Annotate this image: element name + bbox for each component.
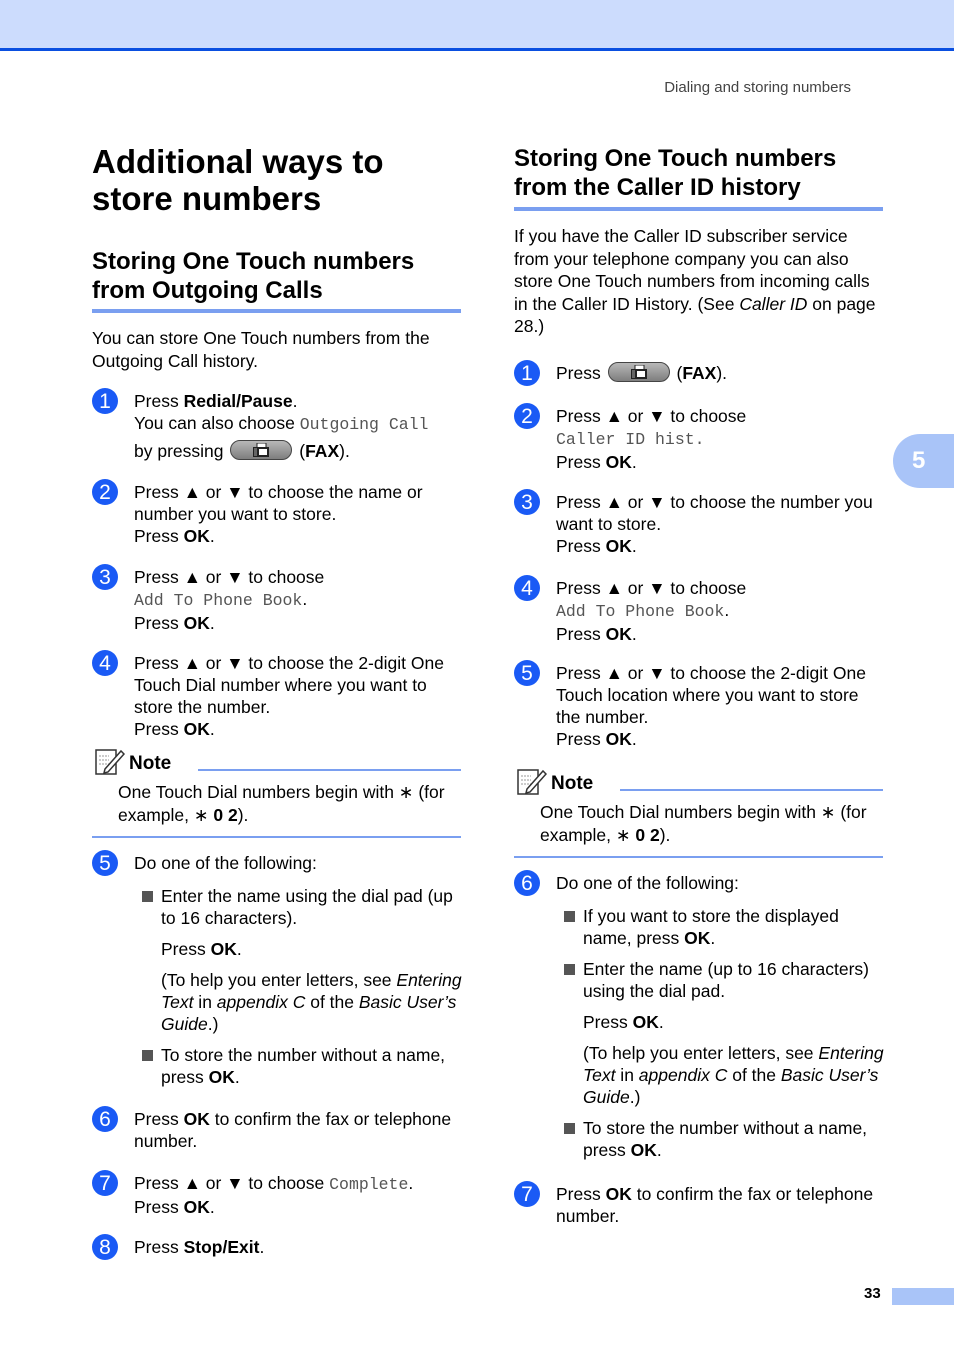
lcd-option: Caller ID hist. <box>556 430 705 449</box>
chapter-tab[interactable]: 5 <box>893 434 954 488</box>
header-band <box>0 0 954 51</box>
note-bottom-rule <box>92 836 461 838</box>
note-rule <box>198 769 461 771</box>
intro-text: If you have the Caller ID subscriber ser… <box>514 226 876 336</box>
step-number-badge: 4 <box>514 575 540 601</box>
step-number-badge: 4 <box>92 650 118 676</box>
step-number-badge: 2 <box>514 403 540 429</box>
note-text: One Touch Dial numbers begin with ∗ (for… <box>118 782 445 825</box>
running-head: Dialing and storing numbers <box>664 79 851 96</box>
caller-id-reference-link[interactable]: Caller ID <box>739 294 807 314</box>
note-text: One Touch Dial numbers begin with ∗ (for… <box>540 802 867 845</box>
step-number-badge: 6 <box>514 870 540 896</box>
note-title: Note <box>551 773 594 794</box>
list-item: Enter the name (up to 16 characters) usi… <box>564 958 884 1002</box>
list-item: Enter the name using the dial pad (up to… <box>142 885 462 929</box>
section-rule <box>92 309 461 313</box>
note-title: Note <box>129 753 172 774</box>
fax-button[interactable] <box>230 440 293 461</box>
stop-exit-key: Stop/Exit <box>183 1237 260 1257</box>
page-number: 33 <box>864 1285 881 1302</box>
section-rule <box>514 207 883 211</box>
fax-button[interactable] <box>607 362 670 383</box>
step-number-badge: 8 <box>92 1234 118 1260</box>
step-number-badge: 3 <box>92 564 118 590</box>
list-item: If you want to store the displayed name,… <box>564 905 884 949</box>
lcd-option: Complete <box>329 1175 409 1194</box>
step-number-badge: 3 <box>514 489 540 515</box>
page-title: Additional ways to store numbers <box>92 143 384 217</box>
lcd-option: Add To Phone Book <box>556 602 725 621</box>
list-item: To store the number without a name, pres… <box>564 1117 884 1161</box>
step-number-badge: 2 <box>92 479 118 505</box>
step-number-badge: 1 <box>514 360 540 386</box>
option-list: Enter the name using the dial pad (up to… <box>142 885 462 1088</box>
step-number-badge: 6 <box>92 1106 118 1132</box>
note-bottom-rule <box>514 856 883 858</box>
note-pencil-icon <box>517 769 547 795</box>
step-number-badge: 5 <box>514 660 540 686</box>
fax-icon <box>253 443 270 458</box>
lcd-option: Add To Phone Book <box>134 591 303 610</box>
redial-pause-key: Redial/Pause <box>183 391 293 411</box>
option-list: If you want to store the displayed name,… <box>564 905 884 1161</box>
fax-icon <box>630 365 647 380</box>
page-bar <box>892 1288 954 1305</box>
note-pencil-icon <box>95 749 125 775</box>
step-number-badge: 1 <box>92 388 118 414</box>
step-number-badge: 5 <box>92 850 118 876</box>
lcd-option: Outgoing Call <box>299 415 429 434</box>
list-item: To store the number without a name, pres… <box>142 1044 462 1088</box>
section-title-caller-id: Storing One Touch numbers from the Calle… <box>514 145 837 201</box>
step-number-badge: 7 <box>92 1170 118 1196</box>
step-number-badge: 7 <box>514 1181 540 1207</box>
note-rule <box>620 789 883 791</box>
intro-text: You can store One Touch numbers from the… <box>92 328 430 371</box>
section-title-outgoing: Storing One Touch numbers from Outgoing … <box>92 248 415 304</box>
